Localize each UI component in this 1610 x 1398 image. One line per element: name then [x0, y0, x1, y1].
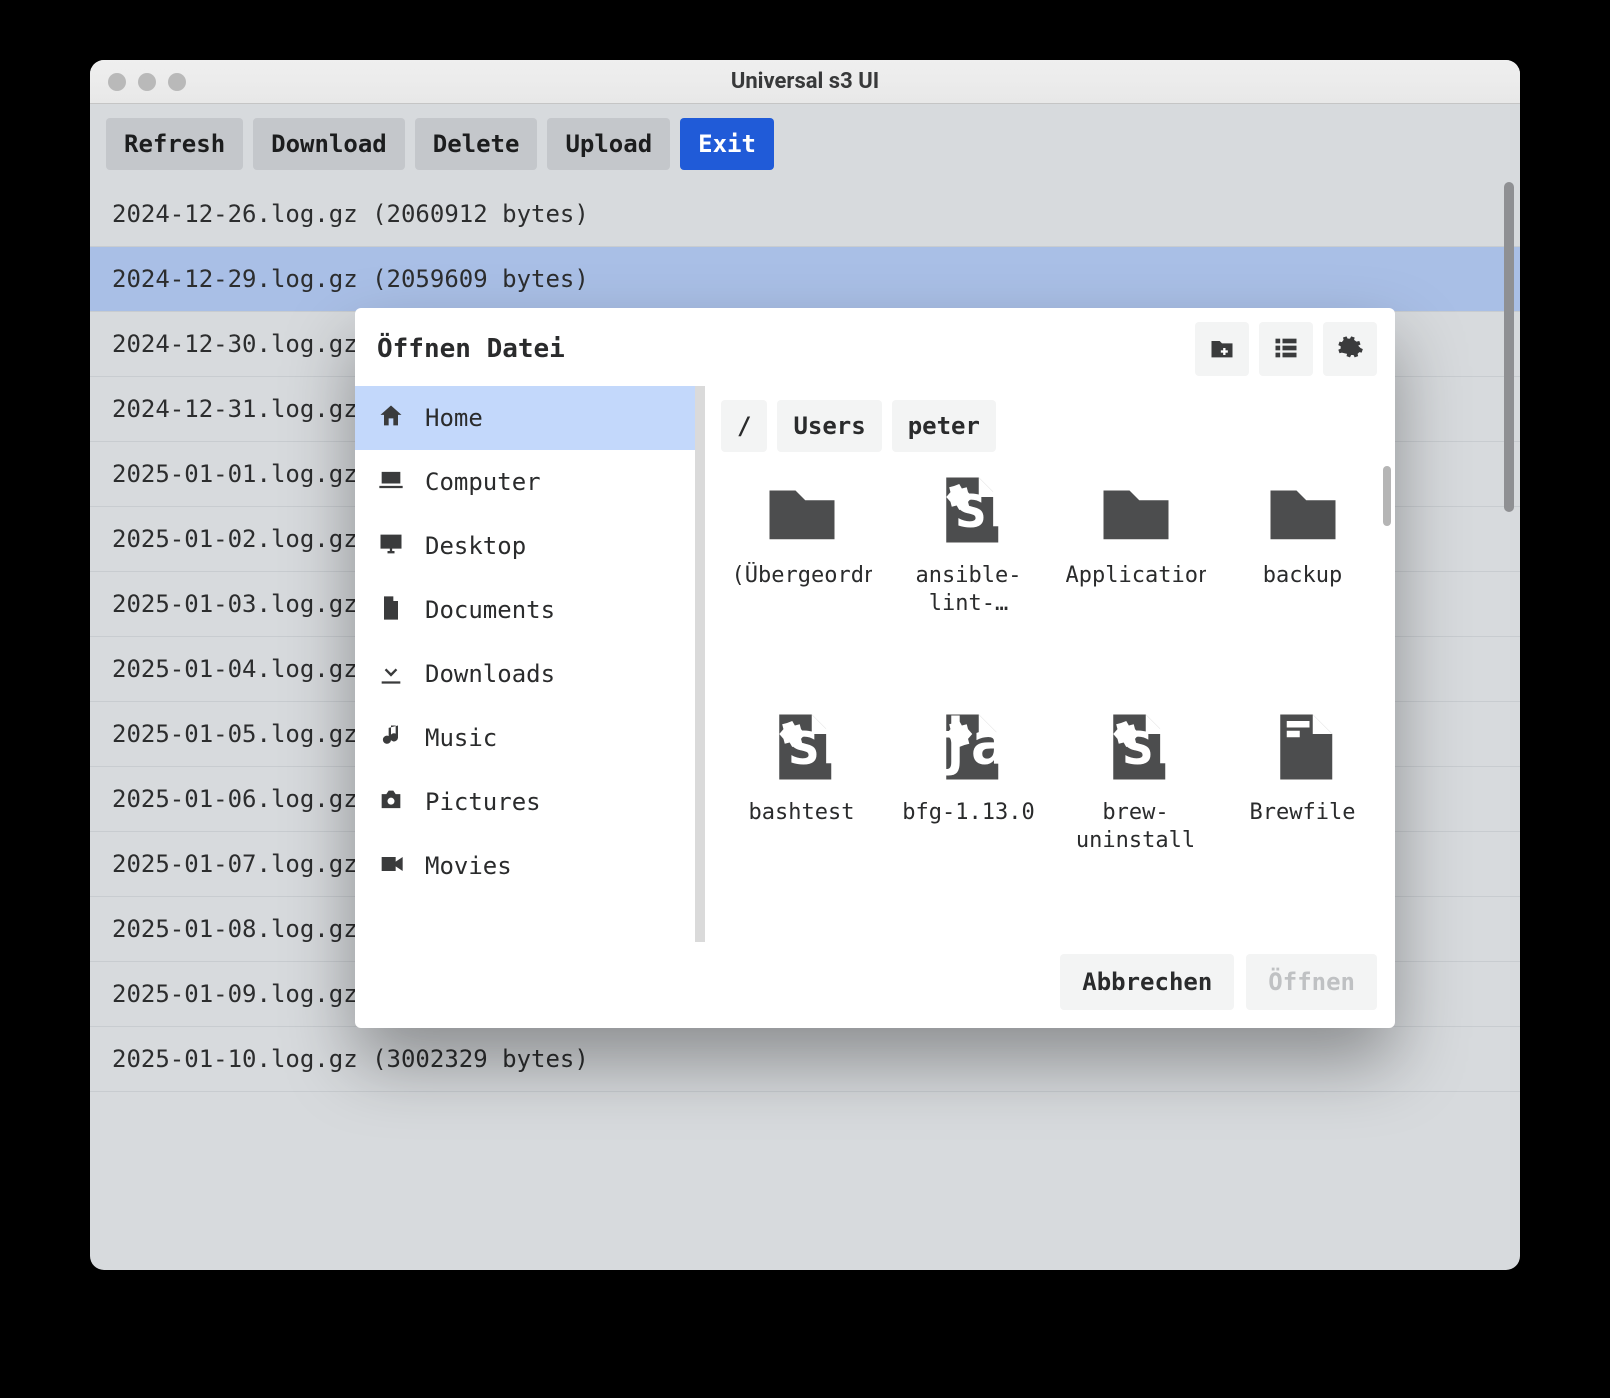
grid-scrollbar[interactable]	[1383, 466, 1391, 526]
window-title: Universal s3 UI	[90, 69, 1520, 94]
new-folder-button[interactable]	[1195, 322, 1249, 376]
grid-item-label: brew-uninstall	[1066, 799, 1206, 854]
cancel-button[interactable]: Abbrechen	[1060, 954, 1234, 1010]
grid-item[interactable]: backup	[1228, 468, 1377, 687]
titlebar: Universal s3 UI	[90, 60, 1520, 104]
sidebar-item-documents[interactable]: Documents	[355, 578, 695, 642]
monitor-icon	[377, 530, 405, 562]
file-row[interactable]: 2024-12-29.log.gz (2059609 bytes)	[90, 247, 1520, 312]
dialog-footer: Abbrechen Öffnen	[355, 942, 1395, 1028]
svg-text:.sh: .sh	[1097, 709, 1175, 777]
sidebar-item-movies[interactable]: Movies	[355, 834, 695, 898]
sh-icon: .sh	[1094, 705, 1178, 789]
svg-text:.jar: .jar	[930, 709, 1008, 777]
sidebar-item-label: Music	[425, 726, 497, 750]
sidebar-item-desktop[interactable]: Desktop	[355, 514, 695, 578]
download-button[interactable]: Download	[253, 118, 405, 170]
settings-button[interactable]	[1323, 322, 1377, 376]
folder-plus-icon	[1208, 334, 1236, 365]
home-icon	[377, 402, 405, 434]
grid-item-label: bashtest	[749, 799, 855, 827]
grid-item[interactable]: .jar bfg-1.13.0	[894, 705, 1043, 924]
exit-button[interactable]: Exit	[680, 118, 774, 170]
sidebar-item-label: Documents	[425, 598, 555, 622]
breadcrumb-segment[interactable]: /	[721, 400, 767, 452]
grid-item-label: bfg-1.13.0	[902, 799, 1034, 827]
sh-icon: .sh	[927, 468, 1011, 552]
folder-icon	[1261, 468, 1345, 552]
doc-icon	[377, 594, 405, 626]
music-icon	[377, 722, 405, 754]
list-view-icon	[1272, 334, 1300, 365]
sidebar-item-pictures[interactable]: Pictures	[355, 770, 695, 834]
file-row[interactable]: 2025-01-10.log.gz (3002329 bytes)	[90, 1027, 1520, 1092]
sidebar-item-label: Computer	[425, 470, 541, 494]
grid-item[interactable]: .sh ansible-lint-…	[894, 468, 1043, 687]
sidebar-item-label: Desktop	[425, 534, 526, 558]
folder-icon	[760, 468, 844, 552]
dialog-sidebar: Home Computer Desktop Documents Downloads Mus…	[355, 386, 705, 942]
breadcrumbs: /Userspeter	[705, 386, 1395, 462]
grid-item-label: backup	[1263, 562, 1342, 590]
sidebar-item-downloads[interactable]: Downloads	[355, 642, 695, 706]
video-icon	[377, 850, 405, 882]
svg-text:.sh: .sh	[763, 709, 841, 777]
svg-text:.sh: .sh	[930, 472, 1008, 540]
jar-icon: .jar	[927, 705, 1011, 789]
open-file-dialog: Öffnen Datei Home Computer Desktop Document…	[355, 308, 1395, 1028]
dialog-header: Öffnen Datei	[355, 308, 1395, 386]
upload-button[interactable]: Upload	[547, 118, 670, 170]
sidebar-item-music[interactable]: Music	[355, 706, 695, 770]
grid-item-label: ansible-lint-…	[899, 562, 1039, 617]
refresh-button[interactable]: Refresh	[106, 118, 243, 170]
file-row[interactable]: 2024-12-26.log.gz (2060912 bytes)	[90, 182, 1520, 247]
file-grid: (Übergeordnet… .sh ansible-lint-… Applicati…	[705, 462, 1395, 942]
sidebar-item-computer[interactable]: Computer	[355, 450, 695, 514]
laptop-icon	[377, 466, 405, 498]
dialog-browser: /Userspeter (Übergeordnet… .sh ansible-lin…	[705, 386, 1395, 942]
sh-icon: .sh	[760, 705, 844, 789]
folder-icon	[1094, 468, 1178, 552]
grid-item[interactable]: .sh bashtest	[727, 705, 876, 924]
download-icon	[377, 658, 405, 690]
dialog-title: Öffnen Datei	[377, 336, 1185, 362]
grid-item-label: Applications	[1066, 562, 1206, 590]
grid-item-label: Brewfile	[1250, 799, 1356, 827]
app-window: Universal s3 UI Refresh Download Delete …	[90, 60, 1520, 1270]
file-list-scrollbar[interactable]	[1504, 182, 1514, 512]
dialog-body: Home Computer Desktop Documents Downloads Mus…	[355, 386, 1395, 942]
delete-button[interactable]: Delete	[415, 118, 538, 170]
grid-item[interactable]: (Übergeordnet…	[727, 468, 876, 687]
grid-item[interactable]: Brewfile	[1228, 705, 1377, 924]
sidebar-scrollbar[interactable]	[695, 386, 705, 942]
sidebar-item-home[interactable]: Home	[355, 386, 695, 450]
breadcrumb-segment[interactable]: Users	[777, 400, 881, 452]
gear-icon	[1336, 334, 1364, 365]
grid-item[interactable]: .sh brew-uninstall	[1061, 705, 1210, 924]
sidebar-item-label: Movies	[425, 854, 512, 878]
sidebar-item-label: Downloads	[425, 662, 555, 686]
breadcrumb-segment[interactable]: peter	[892, 400, 996, 452]
file-icon	[1261, 705, 1345, 789]
camera-icon	[377, 786, 405, 818]
toolbar: Refresh Download Delete Upload Exit	[90, 104, 1520, 182]
grid-item[interactable]: Applications	[1061, 468, 1210, 687]
grid-item-label: (Übergeordnet…	[732, 562, 872, 590]
sidebar-item-label: Home	[425, 406, 483, 430]
sidebar-item-label: Pictures	[425, 790, 541, 814]
open-button[interactable]: Öffnen	[1246, 954, 1377, 1010]
list-view-button[interactable]	[1259, 322, 1313, 376]
